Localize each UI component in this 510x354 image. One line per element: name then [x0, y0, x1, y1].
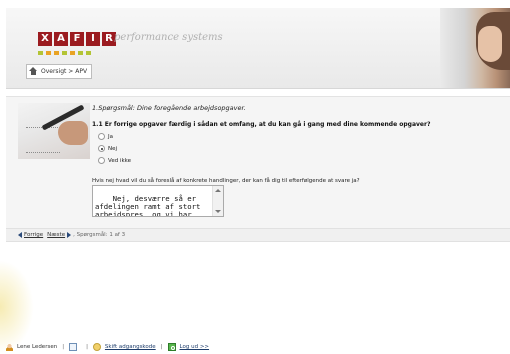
radio-button[interactable]: [98, 145, 105, 152]
separator: |: [86, 344, 88, 350]
next-link[interactable]: Næste: [47, 229, 65, 241]
radio-button[interactable]: [98, 133, 105, 140]
followup-value[interactable]: Nej, desværre så er afdelingen ramt af s…: [95, 194, 200, 217]
question-image: [18, 103, 90, 159]
logo-letter: X: [38, 32, 52, 46]
scroll-up-icon[interactable]: [215, 189, 221, 192]
option-label[interactable]: Nej: [108, 146, 117, 152]
header: X A F I R performance systems Oversigt >…: [6, 8, 510, 89]
question-text: 1.1 Er forrige opgaver færdig i sådan et…: [92, 121, 431, 128]
pager: Forrige Næste , Spørgsmål: 1 af 3: [6, 228, 510, 242]
background-glow: [0, 260, 34, 354]
tagline: performance systems: [114, 32, 223, 43]
pager-inner: Forrige Næste , Spørgsmål: 1 af 3: [16, 229, 125, 241]
dot: [86, 51, 91, 55]
followup-label: Hvis nej hvad vil du så foreslå af konkr…: [92, 178, 360, 184]
logout-link[interactable]: Log ud >>: [180, 344, 210, 350]
home-icon[interactable]: [29, 67, 38, 76]
logout-icon[interactable]: [167, 343, 176, 351]
logo: X A F I R: [38, 32, 118, 48]
logo-letter: A: [54, 32, 68, 46]
breadcrumb[interactable]: Oversigt > APV: [26, 64, 93, 79]
radio-button[interactable]: [98, 157, 105, 164]
chevron-right-icon[interactable]: [67, 232, 72, 238]
question-title: 1.Spørgsmål: Dine foregående arbejdsopga…: [92, 104, 246, 112]
scroll-down-icon[interactable]: [215, 210, 221, 213]
user-name: Lene Ledersen: [17, 344, 58, 350]
logo-letter: F: [70, 32, 84, 46]
prev-link[interactable]: Forrige: [24, 229, 43, 241]
logo-letter: I: [86, 32, 100, 46]
option-ved-ikke[interactable]: Ved ikke: [98, 157, 131, 164]
separator: |: [160, 344, 163, 350]
breadcrumb-text[interactable]: Oversigt > APV: [41, 65, 87, 78]
footer: Lene Ledersen | | Skift adgangskode | Lo…: [6, 342, 209, 352]
dot: [62, 51, 67, 55]
textarea-scrollbar[interactable]: [212, 186, 223, 216]
dot: [38, 51, 43, 55]
option-nej[interactable]: Nej: [98, 145, 117, 152]
question-panel: 1.Spørgsmål: Dine foregående arbejdsopga…: [6, 96, 510, 229]
change-password-link[interactable]: Skift adgangskode: [105, 344, 156, 350]
dot: [46, 51, 51, 55]
header-portrait-image: [440, 8, 510, 88]
user-icon: [6, 343, 13, 351]
chevron-left-icon[interactable]: [18, 232, 22, 238]
pager-status: , Spørgsmål: 1 af 3: [73, 232, 126, 238]
edit-icon[interactable]: [69, 343, 78, 351]
separator: |: [62, 344, 65, 350]
option-label[interactable]: Ved ikke: [108, 158, 131, 164]
dot: [54, 51, 59, 55]
option-ja[interactable]: Ja: [98, 133, 113, 140]
key-icon: [92, 343, 101, 351]
dot: [78, 51, 83, 55]
option-label[interactable]: Ja: [108, 134, 113, 140]
followup-textarea[interactable]: Nej, desværre så er afdelingen ramt af s…: [92, 185, 224, 217]
dot: [70, 51, 75, 55]
logo-dots: [38, 51, 94, 55]
